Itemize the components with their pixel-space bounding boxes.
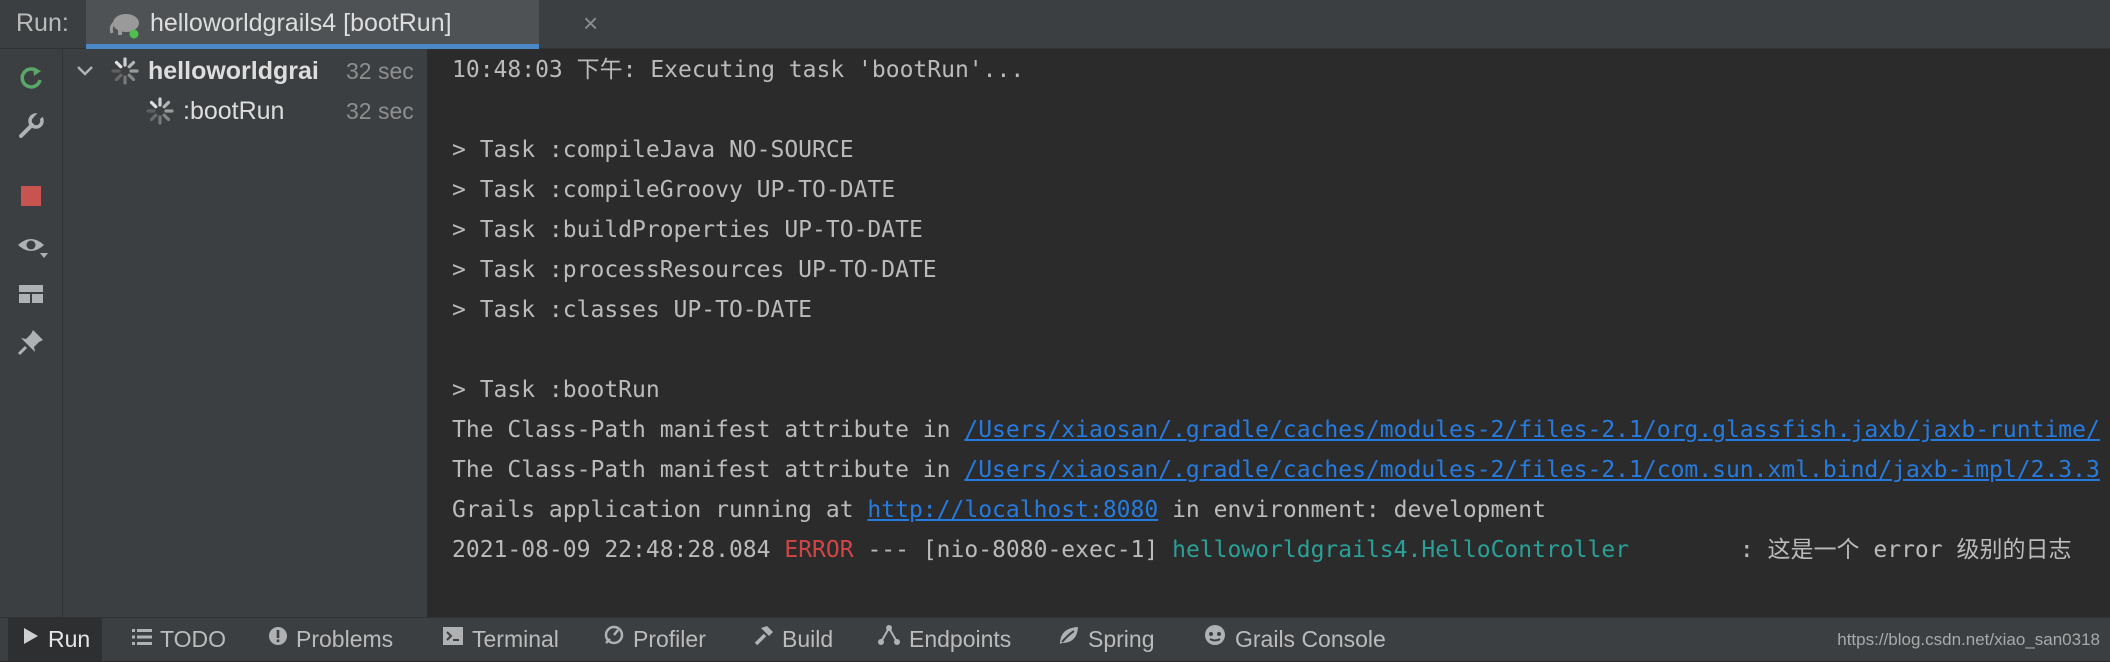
build-tree-panel: helloworldgrai 32 sec :bootRun 32 sec xyxy=(63,49,428,617)
console-line: > Task :bootRun xyxy=(452,377,660,403)
tree-item-root[interactable]: helloworldgrai 32 sec xyxy=(63,51,427,91)
tool-window-problems[interactable]: Problems xyxy=(268,618,393,661)
run-toolbar xyxy=(0,49,63,617)
tool-window-label: Problems xyxy=(296,626,394,652)
close-icon[interactable]: × xyxy=(583,0,598,46)
tool-window-run[interactable]: Run xyxy=(8,617,103,661)
endpoints-icon xyxy=(877,617,901,660)
console-line: > Task :processResources UP-TO-DATE xyxy=(452,257,937,283)
console-line: The Class-Path manifest attribute in /Us… xyxy=(452,410,2100,450)
tree-item-label: :bootRun xyxy=(183,97,285,125)
log-message: : 这是一个 error 级别的日志 xyxy=(1629,537,2072,563)
warning-icon xyxy=(268,617,288,660)
hammer-icon xyxy=(752,617,774,660)
log-level: ERROR xyxy=(784,537,854,563)
play-icon xyxy=(22,617,40,660)
chevron-down-icon[interactable] xyxy=(75,61,95,86)
spinner-icon xyxy=(146,97,174,130)
tool-window-profiler[interactable]: Profiler xyxy=(603,618,706,661)
tree-item-bootrun[interactable]: :bootRun 32 sec xyxy=(63,91,427,131)
spring-leaf-icon xyxy=(1058,617,1080,660)
spinner-icon xyxy=(111,57,139,90)
log-logger: helloworldgrails4.HelloController xyxy=(1172,537,1630,563)
profiler-icon xyxy=(603,617,625,660)
tool-window-label: Spring xyxy=(1088,626,1155,652)
stop-icon[interactable] xyxy=(16,181,46,211)
localhost-link[interactable]: http://localhost:8080 xyxy=(867,497,1158,523)
console-line: Grails application running at http://loc… xyxy=(452,490,1546,530)
layout-icon[interactable] xyxy=(16,279,46,309)
pin-icon[interactable] xyxy=(16,327,46,357)
wrench-icon[interactable] xyxy=(16,111,46,141)
console-line: 10:48:03 下午: Executing task 'bootRun'... xyxy=(452,57,1025,83)
console-line: > Task :classes UP-TO-DATE xyxy=(452,297,813,323)
tool-window-spring[interactable]: Spring xyxy=(1058,618,1154,661)
console-output[interactable]: 10:48:03 下午: Executing task 'bootRun'...… xyxy=(428,49,2110,617)
terminal-icon xyxy=(442,617,464,660)
tool-window-endpoints[interactable]: Endpoints xyxy=(877,618,1011,661)
tool-window-label: Profiler xyxy=(633,626,706,652)
tool-window-label: TODO xyxy=(160,626,227,652)
file-path-link[interactable]: /Users/xiaosan/.gradle/caches/modules-2/… xyxy=(964,417,2099,443)
console-text: Grails application running at xyxy=(452,497,868,523)
console-line: The Class-Path manifest attribute in /Us… xyxy=(452,450,2100,490)
watermark-url: https://blog.csdn.net/xiao_san0318 xyxy=(1837,630,2100,649)
run-tool-window-header: Run: helloworldgrails4 [bootRun] × xyxy=(0,0,2110,49)
console-line: > Task :buildProperties UP-TO-DATE xyxy=(452,217,923,243)
tree-item-time: 32 sec xyxy=(346,98,414,124)
tree-item-time: 32 sec xyxy=(346,58,414,84)
tool-window-label: Terminal xyxy=(472,626,559,652)
tool-window-label: Build xyxy=(782,626,834,652)
tool-window-label: Grails Console xyxy=(1235,626,1386,652)
console-text: The Class-Path manifest attribute in xyxy=(452,457,965,483)
run-label: Run: xyxy=(16,9,69,37)
tool-window-build[interactable]: Build xyxy=(752,618,833,661)
tool-window-grails-console[interactable]: Grails Console xyxy=(1203,618,1386,661)
grails-icon xyxy=(1203,617,1227,660)
eye-icon[interactable] xyxy=(16,231,48,261)
tool-window-terminal[interactable]: Terminal xyxy=(442,618,559,661)
tree-item-label: helloworldgrai xyxy=(148,57,319,85)
log-thread: --- [nio-8080-exec-1] xyxy=(853,537,1173,563)
run-configuration-tab[interactable]: helloworldgrails4 [bootRun] × xyxy=(86,0,598,49)
console-line: > Task :compileJava NO-SOURCE xyxy=(452,137,854,163)
rerun-icon[interactable] xyxy=(16,63,46,93)
console-line: > Task :compileGroovy UP-TO-DATE xyxy=(452,177,896,203)
list-icon xyxy=(132,617,152,660)
tool-window-todo[interactable]: TODO xyxy=(132,618,226,661)
file-path-link[interactable]: /Users/xiaosan/.gradle/caches/modules-2/… xyxy=(964,457,2099,483)
tool-window-label: Run xyxy=(48,626,91,652)
console-text: in environment: development xyxy=(1158,497,1546,523)
log-timestamp: 2021-08-09 22:48:28.084 xyxy=(452,537,785,563)
tool-window-bar: Run TODO Problems Terminal Profiler Buil… xyxy=(0,617,2110,661)
console-line: 2021-08-09 22:48:28.084 ERROR --- [nio-8… xyxy=(452,530,2071,570)
grails-elephant-icon xyxy=(108,9,144,44)
console-text: The Class-Path manifest attribute in xyxy=(452,417,965,443)
run-tab-title: helloworldgrails4 [bootRun] xyxy=(150,9,452,37)
tool-window-label: Endpoints xyxy=(909,626,1012,652)
